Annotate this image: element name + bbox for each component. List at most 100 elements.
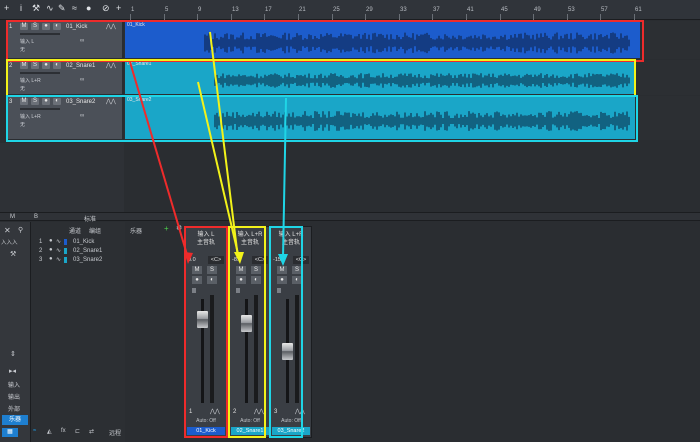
solo-button[interactable]: S (31, 23, 39, 30)
record-button[interactable]: ● (42, 98, 50, 105)
track-input[interactable]: 输入 L+R (20, 113, 41, 120)
volume-slider[interactable] (20, 33, 60, 35)
channel-list-item[interactable]: 2 ● ∿ 02_Snare1 (31, 247, 126, 256)
solo-button[interactable]: S (31, 62, 39, 69)
close-icon[interactable]: ✕ (4, 226, 11, 235)
metronome-icon[interactable]: ● (86, 3, 91, 13)
monitor-button[interactable]: ◐ (53, 23, 61, 30)
channel-list-panel: 通道 编组 1 ● ∿ 01_Kick 2 ● ∿ 02_Snare1 3 ● … (30, 222, 125, 442)
ruler-tick (600, 14, 601, 20)
add-icon[interactable]: + (116, 3, 121, 13)
channel-number: 1 (39, 239, 43, 245)
channel-color-chip (64, 239, 67, 245)
instrument-toggle[interactable]: 乐器 (2, 415, 28, 425)
settings-icon[interactable]: ⚙ (176, 224, 182, 232)
track-output[interactable]: 无 (20, 121, 25, 128)
channel-color-chip (64, 248, 67, 254)
visible-dot-icon[interactable]: ● (49, 256, 53, 262)
channel-list-item[interactable]: 1 ● ∿ 01_Kick (31, 238, 126, 247)
link-icon[interactable]: ∞ (80, 38, 84, 44)
audio-clip[interactable]: 01_Kick (125, 22, 640, 58)
track-name[interactable]: 02_Snare1 (66, 63, 95, 69)
external-toggle[interactable]: 外部 (8, 404, 20, 413)
monitor-button[interactable]: ◐ (53, 62, 61, 69)
visible-dot-icon[interactable]: ● (49, 247, 53, 253)
automation-icon[interactable]: ⋀⋀ (106, 98, 116, 105)
ruler-tick (298, 14, 299, 20)
curve-icon[interactable]: ∿ (46, 3, 54, 14)
record-button[interactable]: ● (42, 23, 50, 30)
pin-icon[interactable]: ⚲ (18, 226, 23, 234)
waveform (214, 111, 630, 131)
channel-number: 3 (39, 257, 43, 263)
channel-name: 02_Snare1 (73, 248, 103, 254)
plugin-icon[interactable]: ⊏ (75, 428, 80, 435)
track-name[interactable]: 01_Kick (66, 24, 87, 30)
wrench-icon[interactable]: ⚒ (32, 3, 40, 14)
strip-highlight-box (269, 226, 303, 438)
monitor-button[interactable]: ◐ (53, 98, 61, 105)
ruler-tick (432, 14, 433, 20)
ruler-bar-label: 57 (601, 7, 608, 13)
output-toggle[interactable]: 输出 (8, 392, 20, 401)
b-label[interactable]: B (34, 214, 38, 220)
ruler-bar-label: 21 (299, 7, 306, 13)
ruler-tick (264, 14, 265, 20)
mute-button[interactable]: M (20, 98, 28, 105)
routing-icon[interactable]: ⇄ (89, 428, 94, 435)
ruler-bar-label: 5 (165, 7, 169, 13)
track-header[interactable]: 3 M S ● ◐ 03_Snare2 ⋀⋀ 输入 L+R 无 ∞ (6, 96, 122, 140)
ruler-tick (130, 14, 131, 20)
track-input[interactable]: 输入 L+R (20, 77, 41, 84)
channel-color-chip (64, 257, 67, 263)
ruler-tick (197, 14, 198, 20)
mute-button[interactable]: M (20, 62, 28, 69)
track-output[interactable]: 无 (20, 46, 25, 53)
automation-icon[interactable]: ⋀⋀ (106, 62, 116, 69)
fx-icon[interactable]: fx (61, 428, 66, 434)
track-number: 1 (9, 24, 13, 30)
track-name[interactable]: 03_Snare2 (66, 99, 95, 105)
mixer-view-icon[interactable]: ▦ (2, 428, 18, 437)
m-label[interactable]: M (10, 214, 15, 220)
plus-icon[interactable]: + (4, 3, 9, 13)
volume-slider[interactable] (20, 72, 60, 74)
add-instrument-icon[interactable]: + (164, 224, 169, 233)
ruler-bar-label: 1 (131, 7, 135, 13)
arrows-icon[interactable]: ⇕ (10, 350, 16, 358)
automation-icon[interactable]: ⋀⋀ (106, 23, 116, 30)
link-icon[interactable]: ∞ (80, 113, 84, 119)
ruler-bar-label: 41 (467, 7, 474, 13)
waveform (204, 32, 630, 54)
pencil-icon[interactable]: ✎ (58, 3, 66, 14)
expand-icon[interactable]: ▸◂ (9, 367, 16, 375)
strip-highlight-box (184, 226, 228, 438)
arrange-empty-area[interactable] (124, 143, 700, 212)
channel-list-item[interactable]: 3 ● ∿ 03_Snare2 (31, 256, 126, 265)
solo-button[interactable]: S (31, 98, 39, 105)
waveform-icon[interactable]: ≈ (72, 3, 77, 13)
remote-label[interactable]: 远程 (109, 428, 121, 437)
strip-highlight-box (228, 226, 266, 438)
waveform-icon: ∿ (56, 248, 62, 254)
volume-slider[interactable] (20, 108, 60, 110)
wrench-icon[interactable]: ⚒ (10, 250, 16, 258)
info-icon[interactable]: i (20, 3, 22, 13)
audio-clip[interactable]: 02_Snare1 (125, 61, 635, 94)
input-toggle[interactable]: 输入 (8, 380, 20, 389)
track-header[interactable]: 1 M S ● ◐ 01_Kick ⋀⋀ 输入 L 无 ∞ (6, 21, 122, 59)
record-button[interactable]: ● (42, 62, 50, 69)
input-short-label: 入入入 (1, 240, 18, 246)
waveform-icon[interactable]: ≈ (33, 428, 36, 434)
ruler-tick (533, 14, 534, 20)
track-output[interactable]: 无 (20, 85, 25, 92)
visible-dot-icon[interactable]: ● (49, 238, 53, 244)
volume-icon[interactable]: ◭ (47, 428, 52, 435)
link-icon[interactable]: ∞ (80, 77, 84, 83)
audio-clip[interactable]: 03_Snare2 (125, 97, 635, 139)
stopwatch-icon[interactable]: ⊘ (102, 3, 110, 14)
track-header[interactable]: 2 M S ● ◐ 02_Snare1 ⋀⋀ 输入 L+R 无 ∞ (6, 60, 122, 95)
mute-button[interactable]: M (20, 23, 28, 30)
ruler-tick (634, 14, 635, 20)
track-input[interactable]: 输入 L (20, 38, 34, 45)
